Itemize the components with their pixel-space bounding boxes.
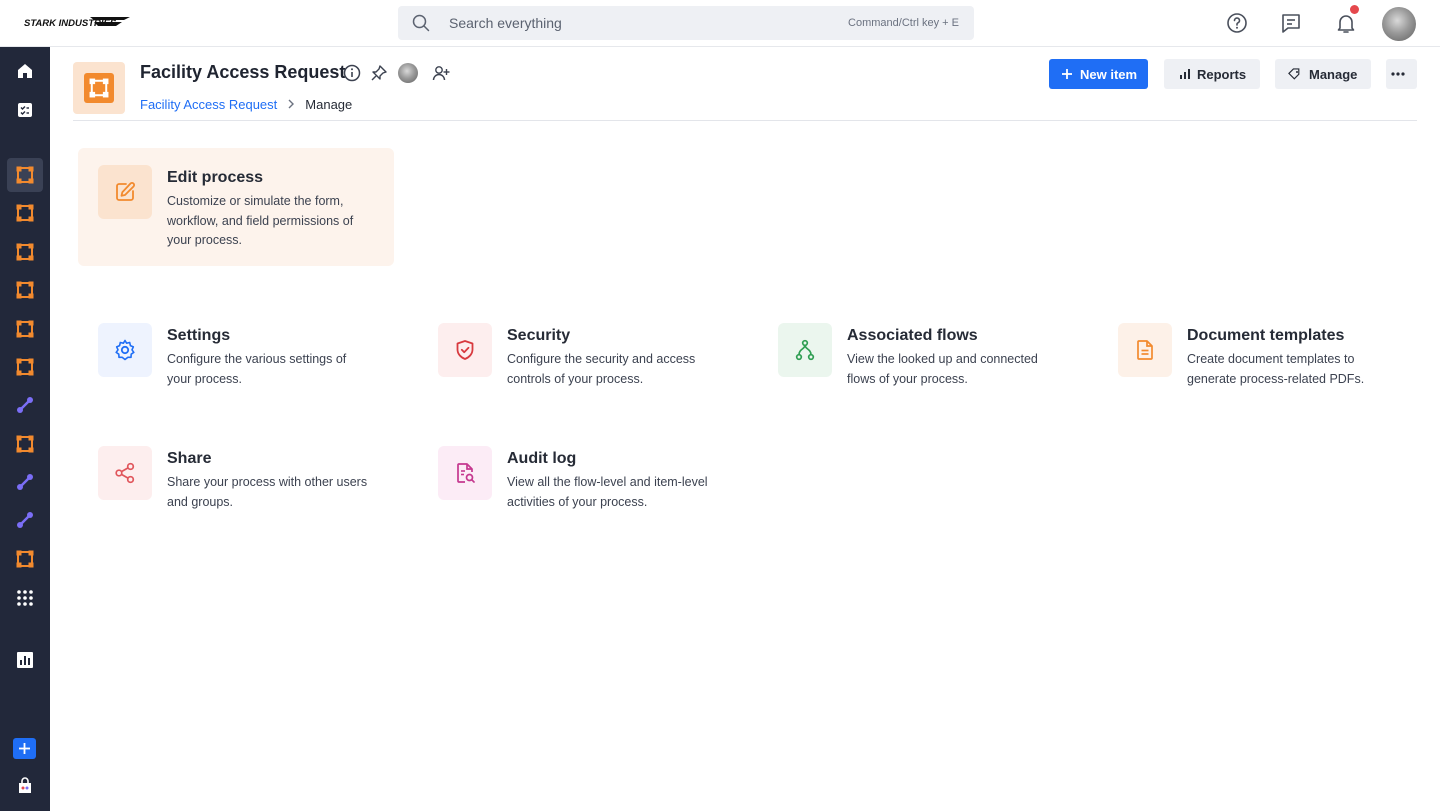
- document-icon: [1118, 323, 1172, 377]
- sidebar-process-icon[interactable]: [7, 427, 43, 461]
- settings-title: Settings: [167, 327, 231, 344]
- info-icon[interactable]: [343, 64, 361, 82]
- sidebar: [0, 47, 50, 811]
- search-bar[interactable]: Search everything Command/Ctrl key + E: [398, 6, 974, 40]
- security-desc: Configure the security and access contro…: [507, 352, 696, 386]
- top-bar: STARK INDUSTRIES Search everything Comma…: [0, 0, 1440, 47]
- share-desc: Share your process with other users and …: [167, 475, 368, 509]
- more-icon: [1391, 72, 1405, 76]
- share-title: Share: [167, 450, 212, 467]
- add-icon[interactable]: [13, 738, 36, 759]
- audit-log-title: Audit log: [507, 450, 577, 467]
- breadcrumb-current: Manage: [305, 97, 353, 112]
- settings-desc: Configure the various settings of your p…: [167, 352, 347, 386]
- sidebar-process-icon[interactable]: [7, 350, 43, 384]
- manage-button[interactable]: Manage: [1275, 59, 1371, 89]
- search-input[interactable]: Search everything: [449, 15, 562, 31]
- add-user-icon[interactable]: [432, 64, 450, 82]
- sidebar-process-icon[interactable]: [7, 196, 43, 230]
- search-icon: [412, 14, 430, 32]
- sidebar-store-icon[interactable]: [7, 769, 43, 803]
- user-avatar[interactable]: [1382, 7, 1416, 41]
- associated-flows-desc: View the looked up and connected flows o…: [847, 352, 1038, 386]
- edit-process-desc: Customize or simulate the form, workflow…: [167, 194, 354, 247]
- audit-search-icon: [438, 446, 492, 500]
- share-icon: [98, 446, 152, 500]
- owner-avatar[interactable]: [398, 63, 418, 83]
- bar-chart-icon: [1180, 69, 1190, 79]
- header-divider: [73, 120, 1417, 121]
- sidebar-home-icon[interactable]: [7, 54, 43, 88]
- chat-icon[interactable]: [1279, 11, 1303, 35]
- new-item-label: New item: [1080, 66, 1138, 82]
- sidebar-tasks-icon[interactable]: [7, 93, 43, 127]
- breadcrumb: Facility Access Request Manage: [140, 97, 352, 112]
- associated-flows-title: Associated flows: [847, 327, 978, 344]
- help-icon[interactable]: [1225, 11, 1249, 35]
- sidebar-link-icon[interactable]: [7, 465, 43, 499]
- sidebar-process-icon[interactable]: [7, 312, 43, 346]
- breadcrumb-root-link[interactable]: Facility Access Request: [140, 97, 277, 112]
- tag-icon: [1288, 68, 1300, 80]
- sidebar-analytics-icon[interactable]: [7, 643, 43, 677]
- sidebar-apps-grid-icon[interactable]: [7, 581, 43, 615]
- sidebar-process-icon[interactable]: [7, 158, 43, 192]
- plus-icon: [1062, 69, 1072, 79]
- search-shortcut-hint: Command/Ctrl key + E: [848, 17, 959, 29]
- page-title: Facility Access Request: [140, 62, 346, 82]
- pin-icon[interactable]: [370, 64, 388, 82]
- stark-industries-logo[interactable]: STARK INDUSTRIES: [24, 14, 132, 30]
- sidebar-process-icon[interactable]: [7, 273, 43, 307]
- sidebar-link-icon[interactable]: [7, 388, 43, 422]
- edit-process-card[interactable]: Edit process Customize or simulate the f…: [78, 148, 394, 266]
- sidebar-process-icon[interactable]: [7, 235, 43, 269]
- gear-icon: [98, 323, 152, 377]
- new-item-button[interactable]: New item: [1049, 59, 1148, 89]
- audit-log-desc: View all the flow-level and item-level a…: [507, 475, 708, 509]
- reports-label: Reports: [1197, 66, 1247, 82]
- reports-button[interactable]: Reports: [1164, 59, 1260, 89]
- chevron-right-icon: [287, 98, 295, 112]
- security-title: Security: [507, 327, 571, 344]
- document-templates-title: Document templates: [1187, 327, 1345, 344]
- process-icon: [84, 73, 114, 103]
- edit-process-title: Edit process: [167, 169, 264, 186]
- notification-badge: [1350, 5, 1359, 14]
- flow-icon: [778, 323, 832, 377]
- process-badge: [73, 62, 125, 114]
- more-options-button[interactable]: [1386, 59, 1417, 89]
- manage-label: Manage: [1309, 66, 1358, 82]
- shield-icon: [438, 323, 492, 377]
- edit-icon: [98, 165, 152, 219]
- sidebar-link-icon[interactable]: [7, 503, 43, 537]
- sidebar-process-icon[interactable]: [7, 542, 43, 576]
- bell-icon[interactable]: [1334, 11, 1358, 35]
- document-templates-desc: Create document templates to generate pr…: [1187, 352, 1365, 386]
